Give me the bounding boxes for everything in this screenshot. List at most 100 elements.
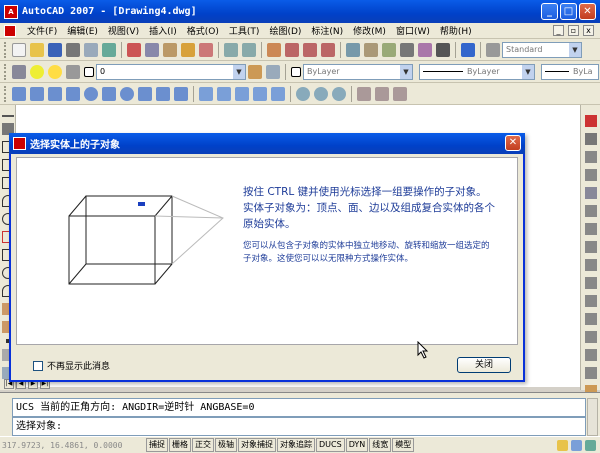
- doc-close-button[interactable]: x: [583, 25, 594, 36]
- clean-screen-icon[interactable]: [585, 439, 596, 451]
- properties-icon[interactable]: [346, 42, 360, 57]
- markup-icon[interactable]: [418, 42, 432, 57]
- print-icon[interactable]: [66, 42, 80, 57]
- mirror-icon[interactable]: [584, 151, 597, 163]
- intersect-icon[interactable]: [332, 86, 346, 101]
- document-icon[interactable]: [4, 24, 16, 37]
- wedge-icon[interactable]: [48, 86, 62, 101]
- helix-icon[interactable]: [156, 86, 170, 101]
- design-center-icon[interactable]: [364, 42, 378, 57]
- chevron-down-icon[interactable]: ▼: [569, 42, 581, 57]
- save-icon[interactable]: [48, 42, 62, 57]
- chevron-down-icon[interactable]: ▼: [400, 64, 412, 79]
- communication-center-icon[interactable]: [557, 439, 568, 451]
- toolbar-lock-icon[interactable]: [571, 439, 582, 451]
- toolbar-grip[interactable]: [4, 85, 7, 102]
- polar-toggle[interactable]: 极轴: [215, 438, 237, 452]
- command-scrollbar[interactable]: [587, 398, 598, 436]
- erase-icon[interactable]: [584, 115, 597, 127]
- rotate-icon[interactable]: [584, 223, 597, 235]
- extend-icon[interactable]: [584, 295, 597, 307]
- chevron-down-icon[interactable]: ▼: [522, 64, 534, 79]
- plot-preview-icon[interactable]: [84, 42, 98, 57]
- extrude-icon[interactable]: [199, 86, 213, 101]
- autocad-app-icon[interactable]: A: [4, 4, 18, 19]
- polysolid-icon[interactable]: [12, 86, 26, 101]
- calculator-icon[interactable]: [436, 42, 450, 57]
- 3d-align-icon[interactable]: [393, 86, 407, 101]
- tool-palettes-icon[interactable]: [382, 42, 396, 57]
- cone-icon[interactable]: [66, 86, 80, 101]
- menu-edit[interactable]: 编辑(E): [62, 24, 103, 37]
- 3d-move-icon[interactable]: [357, 86, 371, 101]
- menu-draw[interactable]: 绘图(D): [264, 24, 306, 37]
- sphere-icon[interactable]: [84, 86, 98, 101]
- torus-icon[interactable]: [120, 86, 134, 101]
- break-icon[interactable]: [584, 313, 597, 325]
- new-file-icon[interactable]: [12, 42, 26, 57]
- pyramid-icon[interactable]: [138, 86, 152, 101]
- dyn-toggle[interactable]: DYN: [345, 438, 369, 452]
- pan-icon[interactable]: [267, 42, 281, 57]
- close-window-button[interactable]: ✕: [579, 3, 596, 20]
- undo-icon[interactable]: [224, 42, 238, 57]
- doc-minimize-button[interactable]: _: [553, 25, 564, 36]
- close-button[interactable]: 关闭: [457, 357, 511, 373]
- menu-dimension[interactable]: 标注(N): [306, 24, 348, 37]
- ducs-toggle[interactable]: DUCS: [316, 438, 345, 452]
- toolbar-grip[interactable]: [4, 41, 7, 58]
- layer-lock-icon[interactable]: [66, 64, 80, 79]
- command-input[interactable]: 选择对象:: [12, 417, 586, 436]
- dialog-titlebar[interactable]: 选择实体上的子对象 ✕: [9, 133, 525, 154]
- doc-restore-button[interactable]: ▫: [568, 25, 579, 36]
- block-editor-icon[interactable]: [199, 42, 213, 57]
- window-titlebar[interactable]: A AutoCAD 2007 - [Drawing4.dwg] _ □ ✕: [0, 0, 600, 23]
- publish-icon[interactable]: [102, 42, 116, 57]
- zoom-realtime-icon[interactable]: [285, 42, 299, 57]
- color-dropdown[interactable]: ByLayer ▼: [303, 63, 413, 80]
- copy-object-icon[interactable]: [584, 133, 597, 145]
- scale-icon[interactable]: [584, 241, 597, 253]
- stretch-icon[interactable]: [584, 259, 597, 271]
- paste-icon[interactable]: [163, 42, 177, 57]
- otrack-toggle[interactable]: 对象追踪: [277, 438, 315, 452]
- linetype-dropdown[interactable]: ByLayer ▼: [419, 63, 535, 80]
- menu-insert[interactable]: 插入(I): [144, 24, 182, 37]
- match-properties-icon[interactable]: [181, 42, 195, 57]
- minimize-button[interactable]: _: [541, 3, 558, 20]
- trim-icon[interactable]: [584, 277, 597, 289]
- menu-format[interactable]: 格式(O): [182, 24, 224, 37]
- array-icon[interactable]: [584, 187, 597, 199]
- make-layer-current-icon[interactable]: [248, 64, 262, 79]
- redo-icon[interactable]: [242, 42, 256, 57]
- dont-show-again[interactable]: 不再显示此消息: [33, 359, 110, 372]
- chamfer-icon[interactable]: [584, 349, 597, 361]
- chevron-down-icon[interactable]: ▼: [233, 64, 245, 79]
- menu-help[interactable]: 帮助(H): [435, 24, 477, 37]
- layer-freeze-icon[interactable]: [48, 64, 62, 79]
- layer-previous-icon[interactable]: [266, 64, 280, 79]
- help-icon[interactable]: [461, 42, 475, 57]
- maximize-button[interactable]: □: [560, 3, 577, 20]
- line-icon[interactable]: [1, 115, 14, 117]
- cylinder-icon[interactable]: [102, 86, 116, 101]
- offset-icon[interactable]: [584, 169, 597, 181]
- text-style-dropdown[interactable]: Standard ▼: [502, 41, 582, 58]
- loft-icon[interactable]: [271, 86, 285, 101]
- osnap-toggle[interactable]: 对象捕捉: [238, 438, 276, 452]
- menu-window[interactable]: 窗口(W): [391, 24, 435, 37]
- menu-view[interactable]: 视图(V): [103, 24, 144, 37]
- menu-file[interactable]: 文件(F): [22, 24, 62, 37]
- lineweight-toggle[interactable]: 线宽: [369, 438, 392, 452]
- presspull-icon[interactable]: [217, 86, 231, 101]
- box-icon[interactable]: [30, 86, 44, 101]
- revolve-icon[interactable]: [253, 86, 267, 101]
- planar-surface-icon[interactable]: [174, 86, 188, 101]
- ortho-toggle[interactable]: 正交: [192, 438, 214, 452]
- dialog-close-button[interactable]: ✕: [505, 135, 521, 151]
- join-icon[interactable]: [584, 331, 597, 343]
- layer-on-icon[interactable]: [30, 64, 44, 79]
- lineweight-dropdown[interactable]: ByLa: [541, 63, 599, 80]
- sweep-icon[interactable]: [235, 86, 249, 101]
- sheet-set-icon[interactable]: [400, 42, 414, 57]
